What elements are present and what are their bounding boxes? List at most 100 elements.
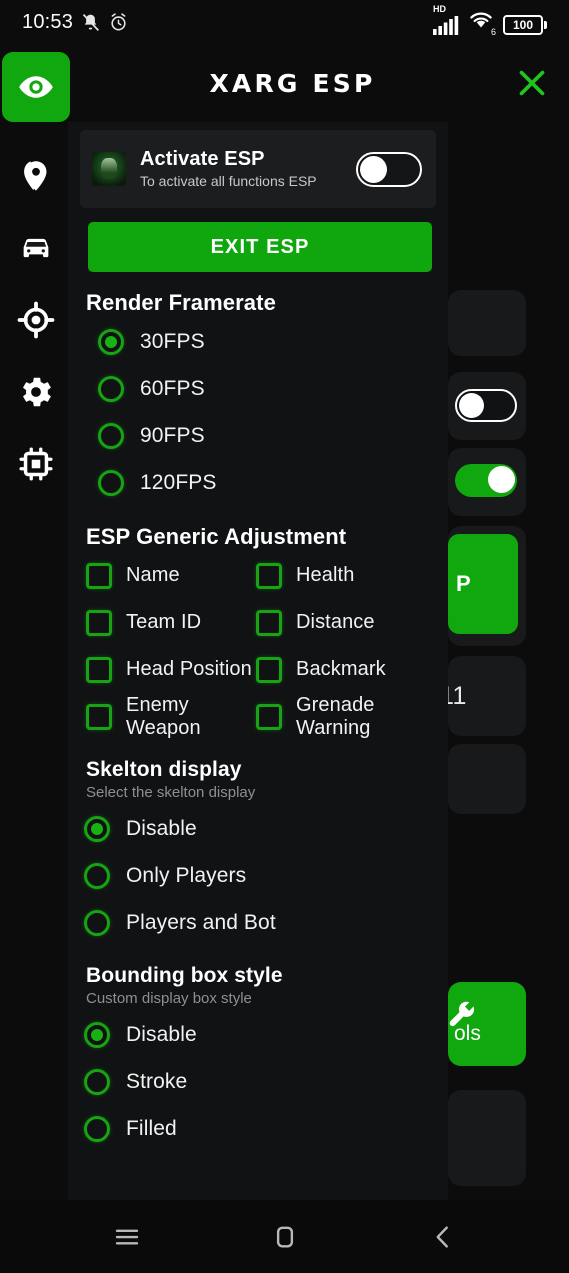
- bg-toggle-on[interactable]: [455, 464, 517, 497]
- gear-icon: [23, 377, 51, 407]
- bg-green-button[interactable]: P: [448, 534, 518, 634]
- clock: 10:53: [22, 10, 74, 33]
- back-button[interactable]: [420, 1214, 466, 1260]
- checkbox-indicator: [86, 562, 112, 589]
- bg-card: [448, 744, 526, 814]
- checkbox-grid: Name Health Team ID Distance Head Positi…: [86, 552, 448, 740]
- checkbox-distance[interactable]: Distance: [256, 599, 426, 646]
- radio-indicator: [98, 328, 124, 355]
- radio-label: 30FPS: [140, 329, 205, 353]
- close-icon: [519, 70, 545, 96]
- radio-option-30fps[interactable]: 30FPS: [72, 318, 448, 365]
- checkbox-health[interactable]: Health: [256, 552, 426, 599]
- radio-label: Stroke: [126, 1069, 188, 1093]
- checkbox-indicator: [256, 609, 282, 636]
- recents-button[interactable]: [104, 1214, 150, 1260]
- radio-option-60fps[interactable]: 60FPS: [72, 365, 448, 412]
- checkbox-indicator: [256, 656, 282, 683]
- sidebar-item-esp[interactable]: [2, 52, 70, 122]
- radio-option-skelton-only-players[interactable]: Only Players: [72, 852, 448, 899]
- battery-icon: 100: [503, 14, 547, 35]
- checkbox-label: Health: [296, 564, 355, 587]
- radio-label: Disable: [126, 816, 197, 840]
- radio-indicator: [98, 422, 124, 449]
- checkbox-indicator: [256, 703, 282, 730]
- radio-option-skelton-disable[interactable]: Disable: [72, 805, 448, 852]
- sidebar-item-memory[interactable]: [0, 428, 72, 500]
- radio-indicator: [84, 909, 110, 936]
- radio-indicator: [84, 1115, 110, 1142]
- radio-option-120fps[interactable]: 120FPS: [72, 459, 448, 506]
- checkbox-indicator: [86, 656, 112, 683]
- status-bar-right: HD 6 100: [433, 4, 547, 37]
- checkbox-indicator: [86, 703, 112, 730]
- radio-option-skelton-players-and-bot[interactable]: Players and Bot: [72, 899, 448, 946]
- bg-card: [448, 290, 526, 356]
- status-bar: 10:53 HD 6 100: [0, 0, 569, 44]
- mute-bell-icon: [82, 13, 100, 31]
- section-bounding-box-style: Bounding box style Custom display box st…: [68, 964, 448, 1152]
- radio-indicator: [98, 469, 124, 496]
- radio-label: 60FPS: [140, 376, 205, 400]
- checkbox-team-id[interactable]: Team ID: [86, 599, 256, 646]
- android-nav-bar: [0, 1200, 569, 1273]
- bg-toggle-off[interactable]: [455, 389, 517, 422]
- activate-esp-subtitle: To activate all functions ESP: [140, 172, 317, 189]
- home-button[interactable]: [262, 1214, 308, 1260]
- checkbox-enemy-weapon[interactable]: Enemy Weapon: [86, 693, 256, 740]
- activate-esp-text: Activate ESP To activate all functions E…: [126, 148, 356, 190]
- radio-indicator: [98, 375, 124, 402]
- sidebar-item-settings[interactable]: [0, 356, 72, 428]
- checkbox-label: Distance: [296, 611, 375, 634]
- section-heading: Skelton display: [86, 758, 242, 781]
- checkbox-indicator: [256, 562, 282, 589]
- radio-option-90fps[interactable]: 90FPS: [72, 412, 448, 459]
- back-icon: [436, 1225, 448, 1248]
- section-skelton-display: Skelton display Select the skelton displ…: [68, 758, 448, 946]
- signal-bars-icon: HD: [433, 4, 459, 35]
- home-icon: [276, 1226, 293, 1247]
- checkbox-head-position[interactable]: Head Position: [86, 646, 256, 693]
- battery-level: 100: [512, 17, 534, 32]
- radio-option-box-disable[interactable]: Disable: [72, 1011, 448, 1058]
- car-icon: [23, 238, 49, 258]
- checkbox-name[interactable]: Name: [86, 552, 256, 599]
- close-button[interactable]: [495, 66, 569, 100]
- phone-screen: P 11 ols 10:53 HD 6 100 XARG ESP Activat…: [0, 0, 569, 1273]
- exit-esp-button[interactable]: EXIT ESP: [88, 222, 432, 272]
- sidebar-item-vehicle[interactable]: [0, 212, 72, 284]
- bg-tools-card[interactable]: ols: [448, 982, 526, 1066]
- radio-indicator: [84, 1021, 110, 1048]
- page-title: XARG ESP: [209, 68, 376, 98]
- crosshair-target-icon: [17, 301, 55, 339]
- radio-indicator: [84, 862, 110, 889]
- radio-option-box-filled[interactable]: Filled: [72, 1105, 448, 1152]
- radio-label: Players and Bot: [126, 910, 276, 934]
- checkbox-backmark[interactable]: Backmark: [256, 646, 426, 693]
- eye-icon: [19, 76, 53, 98]
- chip-cpu-icon: [19, 447, 53, 481]
- checkbox-label: Enemy Weapon: [126, 694, 201, 739]
- game-logo-icon: [92, 152, 126, 186]
- bg-tools-label: ols: [454, 1022, 481, 1045]
- activate-esp-card[interactable]: Activate ESP To activate all functions E…: [80, 130, 436, 208]
- bg-card: [448, 1090, 526, 1186]
- section-render-framerate: Render Framerate 30FPS 60FPS 90FPS 120FP…: [68, 290, 448, 506]
- checkbox-grenade-warning[interactable]: Grenade Warning: [256, 693, 426, 740]
- sidebar-rail: [0, 44, 72, 1273]
- checkbox-label: Name: [126, 564, 180, 587]
- location-pin-icon: [24, 161, 47, 191]
- activate-esp-title: Activate ESP: [140, 147, 265, 170]
- esp-settings-panel: Activate ESP To activate all functions E…: [68, 122, 448, 1200]
- checkbox-label: Head Position: [126, 658, 252, 681]
- radio-label: 120FPS: [140, 470, 217, 494]
- section-heading: Render Framerate: [86, 290, 276, 315]
- radio-option-box-stroke[interactable]: Stroke: [72, 1058, 448, 1105]
- recents-icon: [115, 1229, 138, 1244]
- section-subheading: Select the skelton display: [86, 784, 256, 801]
- radio-label: Filled: [126, 1116, 177, 1140]
- sidebar-item-aim[interactable]: [0, 284, 72, 356]
- activate-esp-toggle[interactable]: [356, 151, 422, 187]
- panel-header: XARG ESP: [72, 44, 569, 122]
- sidebar-item-location[interactable]: [0, 140, 72, 212]
